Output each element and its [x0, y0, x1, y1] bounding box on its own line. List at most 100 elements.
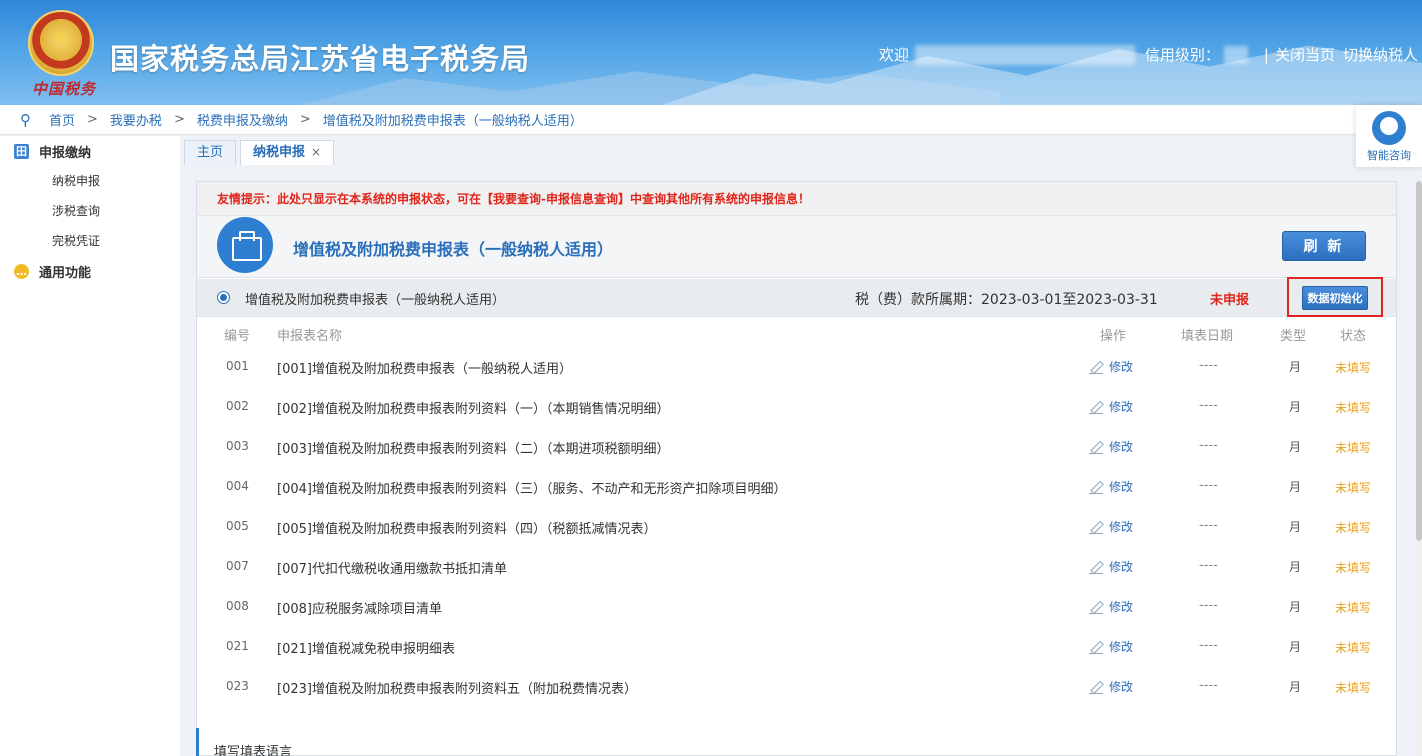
tax-emblem-icon: ★: [28, 10, 94, 76]
filing-radio[interactable]: [217, 291, 230, 304]
bottom-section-title: 填写填表语言: [214, 745, 293, 756]
col-no: 编号: [224, 329, 251, 344]
row-number: 004: [226, 479, 249, 493]
notice-banner: 友情提示：此处只显示在本系统的申报状态，可在【我要查询-申报信息查询】中查询其他…: [197, 182, 1396, 216]
row-number: 005: [226, 519, 249, 533]
sidebar-item-tax-receipt[interactable]: 完税凭证: [0, 226, 180, 256]
close-icon[interactable]: ×: [311, 145, 321, 159]
edit-link[interactable]: 修改: [1089, 398, 1133, 415]
table-row: 023 [023]增值税及附加税费申报表附列资料五（附加税费情况表） 修改 ---- 月…: [197, 669, 1396, 709]
row-status: 未填写: [1335, 601, 1372, 615]
col-type: 类型: [1280, 329, 1307, 344]
row-form-name: [021]增值税减免税申报明细表: [277, 642, 455, 657]
row-fill-date: ----: [1199, 518, 1218, 533]
sidebar-group-filing[interactable]: 田 申报缴纳: [0, 136, 180, 166]
location-pin-icon: ⚲: [20, 110, 31, 129]
sidebar-item-tax-filing[interactable]: 纳税申报: [0, 166, 180, 196]
edit-link[interactable]: 修改: [1089, 518, 1133, 535]
row-number: 008: [226, 599, 249, 613]
row-number: 002: [226, 399, 249, 413]
filing-status: 未申报: [1210, 293, 1250, 308]
row-status: 未填写: [1335, 401, 1372, 415]
headset-icon: [1372, 111, 1406, 145]
breadcrumb-current[interactable]: 增值税及附加税费申报表（一般纳税人适用）: [323, 110, 583, 129]
pencil-icon: [1089, 680, 1103, 694]
tab-label: 纳税申报: [253, 145, 306, 160]
pencil-icon: [1089, 480, 1103, 494]
emblem-text: 中国税务: [32, 80, 97, 98]
edit-link[interactable]: 修改: [1089, 558, 1133, 575]
tab-bar: 主页 纳税申报 ×: [184, 140, 338, 165]
row-fill-date: ----: [1199, 398, 1218, 413]
close-page-link[interactable]: 关闭当页: [1275, 44, 1335, 65]
header-banner: ★ 中国税务 国家税务总局江苏省电子税务局 欢迎 信用级别： | 关闭当页 切换…: [0, 0, 1422, 105]
col-date: 填表日期: [1181, 329, 1234, 344]
scrollbar-thumb[interactable]: [1416, 181, 1422, 541]
pencil-icon: [1089, 360, 1103, 374]
row-status: 未填写: [1335, 561, 1372, 575]
edit-link[interactable]: 修改: [1089, 598, 1133, 615]
pencil-icon: [1089, 520, 1103, 534]
welcome-text: 欢迎: [878, 46, 909, 64]
row-type: 月: [1289, 360, 1302, 374]
row-form-name: [004]增值税及附加税费申报表附列资料（三）（服务、不动产和无形资产扣除项目明…: [277, 482, 787, 497]
row-status: 未填写: [1335, 521, 1372, 535]
pencil-icon: [1089, 640, 1103, 654]
row-type: 月: [1289, 400, 1302, 414]
sidebar: 田 申报缴纳 纳税申报 涉税查询 完税凭证 … 通用功能: [0, 136, 180, 756]
scrollbar[interactable]: [1416, 181, 1422, 756]
table-header: 编号 申报表名称 操作 填表日期 类型 状态: [197, 323, 1396, 344]
edit-label: 修改: [1109, 360, 1134, 374]
table-row: 004 [004]增值税及附加税费申报表附列资料（三）（服务、不动产和无形资产扣除…: [197, 469, 1396, 509]
sidebar-group-label: 通用功能: [39, 265, 92, 281]
refresh-button[interactable]: 刷 新: [1282, 231, 1366, 261]
col-op: 操作: [1100, 329, 1127, 344]
user-bar: 欢迎 信用级别： | 关闭当页 切换纳税人: [879, 44, 1418, 65]
main-panel: 友情提示：此处只显示在本系统的申报状态，可在【我要查询-申报信息查询】中查询其他…: [196, 181, 1397, 756]
tab-tax-filing[interactable]: 纳税申报 ×: [240, 140, 335, 165]
switch-taxpayer-link[interactable]: 切换纳税人: [1343, 44, 1418, 65]
row-type: 月: [1289, 680, 1302, 694]
smart-consult-widget[interactable]: 智能咨询: [1356, 105, 1422, 167]
row-fill-date: ----: [1199, 478, 1218, 493]
edit-label: 修改: [1109, 560, 1134, 574]
breadcrumb-arrow: >: [87, 112, 98, 127]
edit-link[interactable]: 修改: [1089, 358, 1133, 375]
data-init-button[interactable]: 数据初始化: [1302, 286, 1368, 310]
sidebar-item-tax-query[interactable]: 涉税查询: [0, 196, 180, 226]
breadcrumb-arrow: >: [299, 112, 311, 127]
row-fill-date: ----: [1199, 638, 1218, 653]
edit-label: 修改: [1109, 600, 1134, 614]
edit-link[interactable]: 修改: [1089, 638, 1133, 655]
edit-label: 修改: [1109, 680, 1134, 694]
pencil-icon: [1089, 440, 1103, 454]
table-row: 005 [005]增值税及附加税费申报表附列资料（四）（税额抵减情况表） 修改 ---…: [197, 509, 1396, 549]
filing-name: 增值税及附加税费申报表（一般纳税人适用）: [245, 293, 506, 308]
breadcrumb-filing-payment[interactable]: 税费申报及缴纳: [197, 110, 288, 129]
row-number: 021: [226, 639, 249, 653]
pencil-icon: [1089, 400, 1103, 414]
table-row: 001 [001]增值税及附加税费申报表（一般纳税人适用） 修改 ---- 月 未填写: [197, 349, 1396, 389]
tab-home[interactable]: 主页: [184, 140, 237, 165]
sidebar-group-common[interactable]: … 通用功能: [0, 256, 180, 286]
table-row: 008 [008]应税服务减除项目清单 修改 ---- 月 未填写: [197, 589, 1396, 629]
breadcrumb-home[interactable]: 首页: [49, 110, 75, 129]
row-form-name: [001]增值税及附加税费申报表（一般纳税人适用）: [277, 362, 572, 377]
edit-link[interactable]: 修改: [1089, 678, 1133, 695]
filing-row: 增值税及附加税费申报表（一般纳税人适用） 税（费）款所属期：2023-03-01…: [197, 277, 1396, 317]
edit-link[interactable]: 修改: [1089, 478, 1133, 495]
edit-label: 修改: [1109, 640, 1134, 654]
row-status: 未填写: [1335, 681, 1372, 695]
row-fill-date: ----: [1199, 358, 1218, 373]
breadcrumb-tax-handling[interactable]: 我要办税: [110, 110, 162, 129]
bottom-section: 填写填表语言: [196, 728, 796, 756]
row-type: 月: [1289, 600, 1302, 614]
row-form-name: [008]应税服务减除项目清单: [277, 602, 442, 617]
row-form-name: [007]代扣代缴税收通用缴款书抵扣清单: [277, 562, 507, 577]
site-title: 国家税务总局江苏省电子税务局: [110, 42, 531, 76]
edit-link[interactable]: 修改: [1089, 438, 1133, 455]
username-redacted: [914, 44, 1135, 65]
row-type: 月: [1289, 560, 1302, 574]
table-row: 007 [007]代扣代缴税收通用缴款书抵扣清单 修改 ---- 月 未填写: [197, 549, 1396, 589]
separator: |: [1263, 45, 1269, 64]
